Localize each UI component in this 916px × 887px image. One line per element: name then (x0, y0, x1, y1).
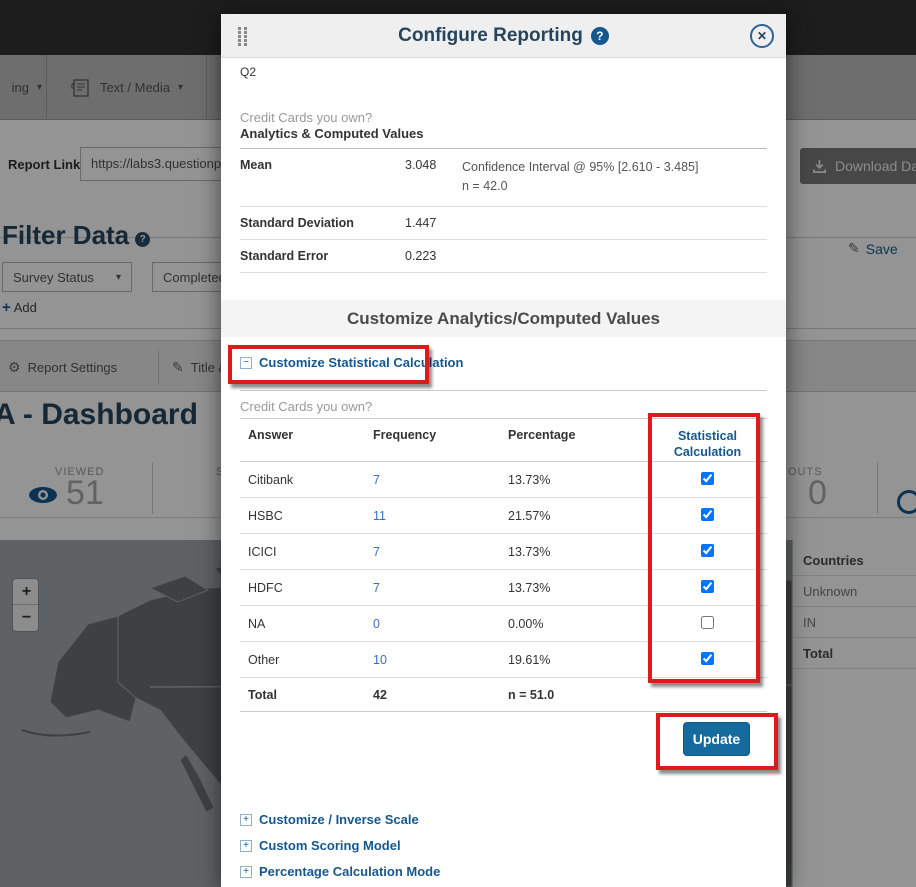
question-text: Credit Cards you own? (240, 399, 372, 414)
link-label: Percentage Calculation Mode (259, 864, 440, 879)
answer-cell: Other (248, 653, 373, 667)
frequency-link[interactable]: 7 (373, 545, 380, 559)
stat-calc-checkbox[interactable] (701, 652, 714, 665)
link-label: Customize Statistical Calculation (259, 355, 463, 370)
frequency-link[interactable]: 10 (373, 653, 387, 667)
confidence-interval: Confidence Interval @ 95% [2.610 - 3.485… (462, 158, 767, 177)
expand-icon: + (240, 814, 252, 826)
stat-value: 1.447 (405, 216, 447, 230)
stat-label: Mean (240, 158, 405, 197)
stat-notes (447, 249, 767, 263)
expand-icon: + (240, 840, 252, 852)
update-button[interactable]: Update (683, 722, 750, 756)
expand-icon: + (240, 866, 252, 878)
stat-calc-checkbox[interactable] (701, 580, 714, 593)
sample-size: n = 42.0 (462, 177, 767, 196)
table-row: Citibank 7 13.73% (240, 462, 767, 498)
stat-value: 3.048 (405, 158, 447, 197)
col-answer: Answer (248, 428, 373, 442)
percentage-calculation-mode-link[interactable]: + Percentage Calculation Mode (240, 864, 440, 879)
modal-header: Configure Reporting ? ✕ (221, 14, 786, 58)
stat-calc-checkbox[interactable] (701, 544, 714, 557)
modal-title-row: Configure Reporting ? (221, 14, 786, 58)
col-frequency: Frequency (373, 428, 508, 442)
analytics-row: Standard Deviation 1.447 (240, 207, 767, 240)
answer-cell: ICICI (248, 545, 373, 559)
col-statistical-calculation: Statistical Calculation (648, 428, 767, 461)
analytics-table: Mean 3.048 Confidence Interval @ 95% [2.… (240, 148, 767, 273)
stat-label: Standard Error (240, 249, 405, 263)
stat-notes (447, 216, 767, 230)
table-header-row: Answer Frequency Percentage Statistical … (240, 418, 767, 462)
answer-cell: HDFC (248, 581, 373, 595)
stat-calc-checkbox[interactable] (701, 472, 714, 485)
percentage-cell: 0.00% (508, 617, 648, 631)
close-icon[interactable]: ✕ (750, 24, 774, 48)
table-row: Other 10 19.61% (240, 642, 767, 678)
answer-cell: HSBC (248, 509, 373, 523)
stat-value: 0.223 (405, 249, 447, 263)
percentage-cell: 19.61% (508, 653, 648, 667)
customize-statistical-calculation-link[interactable]: − Customize Statistical Calculation (240, 355, 463, 370)
divider (240, 390, 767, 391)
percentage-cell: 21.57% (508, 509, 648, 523)
stat-notes: Confidence Interval @ 95% [2.610 - 3.485… (447, 158, 767, 197)
analytics-row: Standard Error 0.223 (240, 240, 767, 273)
analytics-heading: Analytics & Computed Values (240, 126, 424, 141)
configure-reporting-modal: Configure Reporting ? ✕ Q2 Credit Cards … (221, 14, 786, 887)
col-percentage: Percentage (508, 428, 648, 442)
analytics-row: Mean 3.048 Confidence Interval @ 95% [2.… (240, 149, 767, 207)
frequency-link[interactable]: 7 (373, 581, 380, 595)
stat-label: Standard Deviation (240, 216, 405, 230)
modal-title: Configure Reporting (398, 25, 583, 47)
frequency-link[interactable]: 7 (373, 473, 380, 487)
table-row: ICICI 7 13.73% (240, 534, 767, 570)
percentage-cell: 13.73% (508, 545, 648, 559)
help-icon[interactable]: ? (591, 27, 609, 45)
frequency-link[interactable]: 0 (373, 617, 380, 631)
customize-inverse-scale-link[interactable]: + Customize / Inverse Scale (240, 812, 419, 827)
answer-cell: Citibank (248, 473, 373, 487)
custom-scoring-model-link[interactable]: + Custom Scoring Model (240, 838, 401, 853)
percentage-cell: 13.73% (508, 581, 648, 595)
collapse-icon: − (240, 357, 252, 369)
link-label: Customize / Inverse Scale (259, 812, 419, 827)
stat-calc-checkbox[interactable] (701, 508, 714, 521)
table-row: HDFC 7 13.73% (240, 570, 767, 606)
question-text: Credit Cards you own? (240, 110, 372, 125)
frequency-link[interactable]: 11 (373, 509, 386, 523)
link-label: Custom Scoring Model (259, 838, 401, 853)
question-code: Q2 (240, 65, 256, 79)
total-frequency: 42 (373, 688, 508, 702)
total-note: n = 51.0 (508, 688, 648, 702)
frequency-table: Answer Frequency Percentage Statistical … (240, 418, 767, 712)
table-row: HSBC 11 21.57% (240, 498, 767, 534)
stat-calc-checkbox[interactable] (701, 616, 714, 629)
percentage-cell: 13.73% (508, 473, 648, 487)
total-label: Total (248, 688, 373, 702)
answer-cell: NA (248, 617, 373, 631)
customize-section-heading: Customize Analytics/Computed Values (221, 300, 786, 337)
table-total-row: Total 42 n = 51.0 (240, 678, 767, 712)
table-row: NA 0 0.00% (240, 606, 767, 642)
